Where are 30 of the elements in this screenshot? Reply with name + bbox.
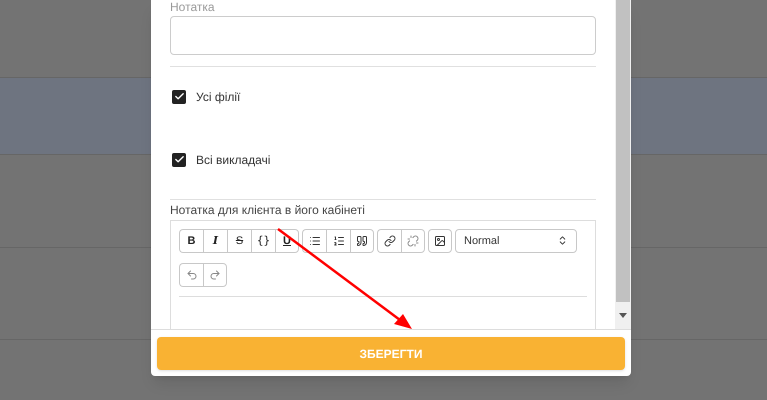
- toolbar-button[interactable]: [377, 228, 401, 253]
- scroll-down-icon[interactable]: [619, 313, 627, 318]
- redo-icon: [209, 268, 221, 281]
- checkbox-label: Усі філії: [196, 88, 240, 106]
- quote-icon: [356, 234, 368, 247]
- scrollbar-thumb[interactable]: [616, 0, 630, 302]
- link-icon: [384, 234, 396, 247]
- toolbar-button[interactable]: [428, 228, 452, 253]
- toolbar-button[interactable]: [302, 228, 326, 253]
- format-button[interactable]: B: [179, 228, 203, 253]
- unlink-icon: [407, 234, 419, 247]
- numbered-list-icon: [332, 234, 344, 247]
- format-button[interactable]: {}: [251, 228, 275, 253]
- updown-icon: [557, 235, 568, 246]
- field-label: Нотатка: [170, 0, 216, 14]
- note-input[interactable]: [170, 16, 596, 55]
- image-icon: [434, 234, 446, 247]
- checkbox-label: Всі викладачі: [196, 152, 270, 169]
- field-label: Нотатка для клієнта в його кабінеті: [170, 202, 366, 218]
- format-button[interactable]: S: [227, 228, 251, 253]
- check-icon: [174, 91, 184, 102]
- format-button[interactable]: I: [203, 228, 227, 253]
- check-icon: [174, 154, 184, 166]
- checkbox[interactable]: [172, 152, 186, 167]
- checkbox[interactable]: [172, 90, 186, 104]
- format-select[interactable]: Normal: [455, 228, 577, 253]
- toolbar-button[interactable]: [350, 228, 374, 253]
- undo-icon: [186, 268, 198, 281]
- scrollbar[interactable]: [615, 0, 631, 329]
- toolbar-button[interactable]: [326, 228, 350, 253]
